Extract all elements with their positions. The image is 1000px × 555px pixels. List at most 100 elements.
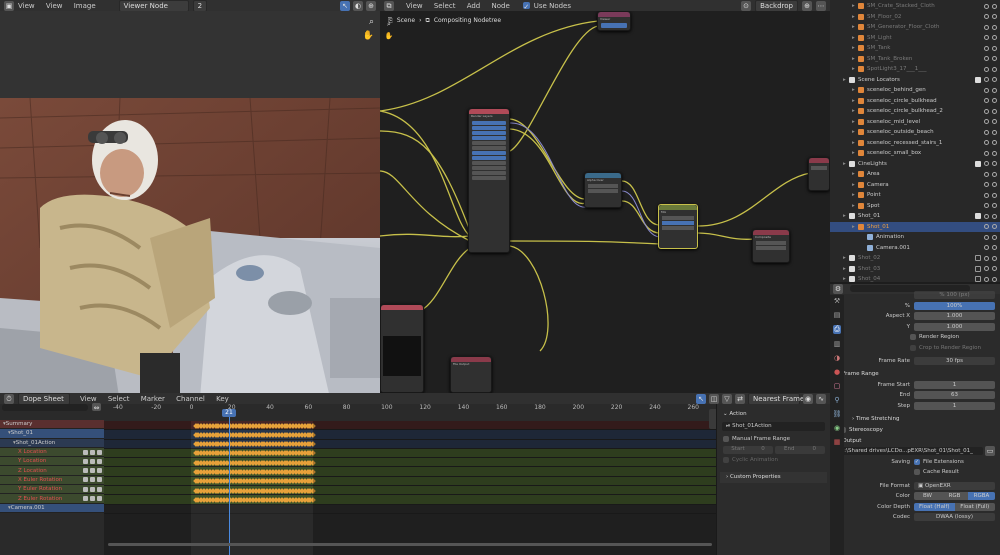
dope-sheet[interactable]: ⏱ Dope Sheet View Select Marker Channel … <box>0 393 830 555</box>
outliner-item[interactable]: ▸ sceneloc_circle_bulkhead_2 <box>830 106 1000 117</box>
aspect-x-field[interactable]: 1.000 <box>914 312 995 321</box>
render-region-checkbox[interactable] <box>910 334 916 341</box>
channel-row[interactable]: Z Euler Rotation <box>0 494 104 504</box>
show-hidden-icon[interactable]: ◫ <box>709 393 719 404</box>
outliner-item[interactable]: ▸ sceneloc_mid_level <box>830 117 1000 128</box>
custom-properties-section[interactable]: › Custom Properties <box>720 471 827 483</box>
mute-checkbox[interactable] <box>90 468 95 474</box>
camera-icon[interactable] <box>992 255 997 261</box>
file-format-select[interactable]: ▣ OpenEXR <box>914 481 995 490</box>
outliner-item[interactable]: ▸ SM_Crate_Stacked_Cloth <box>830 1 1000 12</box>
current-frame-badge[interactable]: 21 <box>222 409 236 417</box>
exclude-checkbox[interactable] <box>975 265 981 272</box>
wrench-icon[interactable] <box>83 458 88 464</box>
outliner-item[interactable]: ▸ sceneloc_circle_bulkhead <box>830 96 1000 107</box>
outliner-item[interactable]: ▸ Camera <box>830 180 1000 191</box>
outliner-item[interactable]: ▸ sceneloc_behind_gen <box>830 85 1000 96</box>
dope-menu-key[interactable]: Key <box>216 395 229 403</box>
dope-menu-marker[interactable]: Marker <box>141 395 165 403</box>
camera-icon[interactable] <box>992 182 997 188</box>
outliner-item[interactable]: ▸ Point <box>830 190 1000 201</box>
mute-checkbox[interactable] <box>90 496 95 502</box>
playhead-line[interactable] <box>229 411 230 555</box>
channel-row[interactable]: ▾ Summary <box>0 420 104 430</box>
outliner-collection[interactable]: ▸ Shot_04 <box>830 274 1000 282</box>
channel-row[interactable]: Z Location <box>0 466 104 476</box>
snap-select[interactable]: Nearest Frame <box>748 393 804 404</box>
lock-icon[interactable] <box>97 458 102 464</box>
depth-full-option[interactable]: Float (Full) <box>954 502 995 511</box>
camera-icon[interactable] <box>992 276 997 282</box>
camera-icon[interactable] <box>992 35 997 41</box>
visibility-icon[interactable] <box>984 45 989 51</box>
visibility-icon[interactable] <box>984 24 989 30</box>
render-tab-icon[interactable]: ▤ <box>834 311 841 319</box>
visibility-icon[interactable] <box>984 161 989 167</box>
node-file-output[interactable]: File Output <box>450 356 492 393</box>
camera-icon[interactable] <box>992 192 997 198</box>
channel-row[interactable]: ▾ Shot_01 <box>0 429 104 439</box>
outliner-collection[interactable]: ▸ Shot_01 <box>830 211 1000 222</box>
exclude-checkbox[interactable] <box>975 213 981 220</box>
visibility-icon[interactable] <box>984 171 989 177</box>
camera-icon[interactable] <box>992 234 997 240</box>
node-mix[interactable]: Mix <box>658 204 698 249</box>
onion-icon[interactable]: ◉ <box>803 393 813 404</box>
node-editor-type-icon[interactable]: ⧉ <box>384 0 394 11</box>
wave-icon[interactable]: ∿ <box>816 393 826 404</box>
camera-icon[interactable] <box>992 161 997 167</box>
snap-icon[interactable]: ⋯ <box>816 0 826 11</box>
mute-checkbox[interactable] <box>90 458 95 464</box>
camera-icon[interactable] <box>992 203 997 209</box>
visibility-icon[interactable] <box>984 56 989 62</box>
outliner-collection[interactable]: ▸ Shot_03 <box>830 264 1000 275</box>
dope-menu-channel[interactable]: Channel <box>176 395 205 403</box>
node-menu-select[interactable]: Select <box>434 2 456 10</box>
visibility-icon[interactable] <box>984 77 989 83</box>
action-section[interactable]: ⌄ Action <box>717 408 830 419</box>
node-alpha-over[interactable]: Alpha Over <box>584 172 622 208</box>
camera-icon[interactable] <box>992 224 997 230</box>
lock-icon[interactable] <box>97 449 102 455</box>
only-selected-icon[interactable]: ↖ <box>696 393 706 404</box>
visibility-icon[interactable] <box>984 224 989 230</box>
visibility-icon[interactable] <box>984 182 989 188</box>
editor-type-icon[interactable]: ▣ <box>4 0 14 11</box>
camera-icon[interactable] <box>992 119 997 125</box>
zoom-icon[interactable]: ⌕ <box>369 17 374 27</box>
node-menu-node[interactable]: Node <box>492 2 510 10</box>
proportional-icon[interactable]: ⇄ <box>735 393 745 404</box>
viewer-menu-view[interactable]: View <box>18 2 35 10</box>
camera-icon[interactable] <box>992 77 997 83</box>
file-extensions-checkbox[interactable]: ✓ <box>914 458 920 465</box>
mute-checkbox[interactable] <box>90 486 95 492</box>
display-channels-icon[interactable]: ◐ <box>353 0 363 11</box>
output-section[interactable]: ⌄ Output <box>830 435 1000 446</box>
visibility-icon[interactable] <box>984 276 989 282</box>
wrench-icon[interactable] <box>83 486 88 492</box>
visibility-icon[interactable] <box>984 140 989 146</box>
camera-icon[interactable] <box>992 66 997 72</box>
visibility-icon[interactable] <box>984 98 989 104</box>
color-bw-option[interactable]: BW <box>914 492 941 501</box>
outliner-item[interactable]: ▸ Shot_01 <box>830 221 1000 232</box>
camera-icon[interactable] <box>992 150 997 156</box>
wrench-icon[interactable] <box>83 496 88 502</box>
camera-icon[interactable] <box>992 87 997 93</box>
visibility-icon[interactable] <box>984 35 989 41</box>
action-start-field[interactable]: Start 0 <box>723 445 773 454</box>
camera-icon[interactable] <box>992 24 997 30</box>
exclude-checkbox[interactable] <box>975 76 981 83</box>
channel-row[interactable]: ▾ Camera.001 <box>0 503 104 513</box>
camera-icon[interactable] <box>992 245 997 251</box>
properties-type-icon[interactable]: ⚙ <box>833 284 843 294</box>
dope-editor-type-icon[interactable]: ⏱ <box>4 393 14 404</box>
channel-filter-icon[interactable]: ⇔ <box>92 403 101 412</box>
texture-tab-icon[interactable]: ▦ <box>834 438 841 446</box>
view-layer-tab-icon[interactable]: ▥ <box>834 340 841 348</box>
visibility-icon[interactable] <box>984 266 989 272</box>
camera-icon[interactable] <box>992 14 997 20</box>
camera-icon[interactable] <box>992 3 997 9</box>
node-menu-add[interactable]: Add <box>467 2 481 10</box>
outliner-item[interactable]: ▸ SM_Tank <box>830 43 1000 54</box>
